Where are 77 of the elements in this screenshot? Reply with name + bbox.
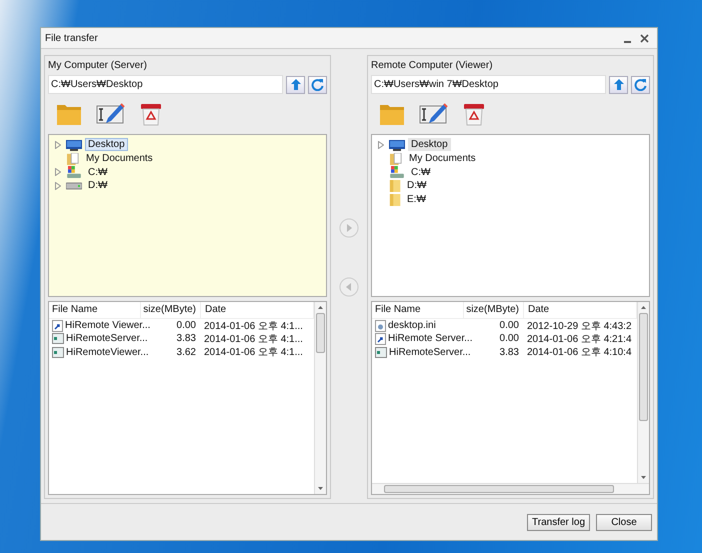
dialog-button[interactable]: Close (596, 514, 652, 530)
refresh-icon (311, 78, 324, 91)
tree-item[interactable]: E:₩ (404, 193, 429, 206)
vertical-scrollbar[interactable] (314, 302, 326, 494)
rename-icon[interactable] (96, 102, 126, 126)
drive-icon (66, 182, 82, 190)
file-date: 2014-01-06 오후 4:1... (203, 332, 304, 346)
document-folder-icon (389, 152, 403, 165)
shortcut-icon (375, 332, 386, 345)
scroll-up-icon[interactable] (318, 306, 323, 309)
path-field[interactable]: C:₩Users₩Desktop (48, 75, 283, 94)
file-name[interactable]: HiRemote Viewer... (65, 320, 150, 332)
file-date: 2014-01-06 오후 4:1... (203, 346, 304, 360)
file-name[interactable]: HiRemoteViewer... (66, 346, 149, 358)
program-icon (52, 346, 64, 358)
vertical-scrollbar[interactable] (637, 302, 649, 483)
file-name[interactable]: HiRemoteServer... (66, 333, 148, 344)
tree-item[interactable]: My Documents (406, 152, 479, 166)
scroll-thumb[interactable] (639, 313, 648, 421)
file-date: 2014-01-06 오후 4:10:4 (526, 346, 633, 360)
recycle-bin-icon[interactable] (140, 102, 162, 126)
column-header[interactable]: File Name (49, 302, 141, 318)
refresh-button[interactable] (308, 76, 327, 94)
expand-icon[interactable] (378, 140, 384, 149)
folder-icon (389, 194, 401, 206)
path-field[interactable]: C:₩Users₩win 7₩Desktop (371, 75, 606, 94)
column-header[interactable]: size(MByte) (464, 302, 524, 318)
shortcut-icon (52, 320, 63, 332)
scroll-up-icon[interactable] (641, 306, 646, 309)
refresh-icon (634, 78, 647, 91)
tree-item[interactable]: Desktop (408, 138, 451, 152)
file-size: 0.00 (498, 320, 520, 332)
tree-item[interactable]: C:₩ (408, 166, 434, 179)
scroll-down-icon[interactable] (318, 487, 323, 490)
monitor-icon (66, 138, 82, 151)
tree-item[interactable]: D:₩ (85, 179, 110, 192)
expand-icon[interactable] (55, 182, 61, 190)
window-title: File transfer (45, 32, 99, 44)
tree-item[interactable]: Desktop (85, 138, 128, 152)
program-icon (52, 333, 64, 344)
system-drive-icon (66, 166, 82, 178)
rename-icon[interactable] (419, 102, 449, 126)
file-name[interactable]: HiRemoteServer... (389, 346, 471, 358)
column-header[interactable]: size(MByte) (141, 302, 201, 318)
monitor-icon (389, 138, 405, 151)
file-date: 2014-01-06 오후 4:21:4 (526, 332, 633, 346)
up-folder-button[interactable] (286, 76, 305, 94)
folder-icon[interactable] (379, 102, 405, 126)
program-icon (375, 346, 387, 358)
document-folder-icon (66, 152, 80, 165)
panel-title: Remote Computer (Viewer) (371, 60, 494, 73)
tree-item[interactable]: My Documents (83, 152, 156, 166)
scroll-thumb[interactable] (384, 485, 614, 493)
column-header[interactable]: File Name (372, 302, 464, 318)
file-date: 2014-01-06 오후 4:1... (203, 320, 304, 333)
expand-icon[interactable] (55, 168, 61, 176)
expand-icon[interactable] (55, 140, 61, 149)
up-arrow-icon (614, 79, 624, 90)
up-folder-button[interactable] (609, 76, 628, 94)
panel-title: My Computer (Server) (48, 60, 148, 73)
tree-item[interactable]: C:₩ (85, 166, 110, 179)
up-arrow-icon (290, 79, 300, 90)
folder-icon (389, 180, 401, 192)
close-icon[interactable] (640, 34, 649, 42)
system-drive-icon (389, 166, 405, 178)
recycle-bin-icon[interactable] (463, 102, 485, 126)
file-name[interactable]: desktop.ini (388, 320, 436, 332)
refresh-button[interactable] (631, 76, 650, 94)
scroll-thumb[interactable] (316, 313, 325, 353)
tree-item[interactable]: D:₩ (404, 179, 430, 192)
settings-file-icon (375, 320, 386, 332)
folder-icon[interactable] (56, 102, 82, 126)
horizontal-scrollbar[interactable] (372, 483, 649, 494)
file-date: 2012-10-29 오후 4:43:2 (526, 320, 633, 333)
scroll-down-icon[interactable] (641, 476, 646, 479)
dialog-button[interactable]: Transfer log (527, 514, 590, 530)
file-name[interactable]: HiRemote Server... (388, 333, 472, 344)
